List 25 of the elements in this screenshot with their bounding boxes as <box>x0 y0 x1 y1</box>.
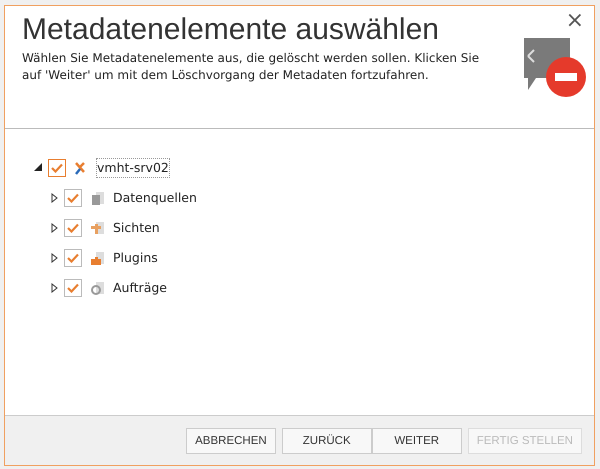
wizard-button[interactable]: ABBRECHEN <box>186 428 276 454</box>
puzzle-icon <box>90 250 105 266</box>
gear-icon <box>90 280 105 296</box>
expand-icon[interactable] <box>49 192 59 204</box>
wizard-button[interactable]: WEITER <box>372 428 462 454</box>
checkbox[interactable] <box>64 219 82 237</box>
view-icon <box>90 220 105 236</box>
checkbox[interactable] <box>48 159 66 177</box>
tree-item-label[interactable]: Sichten <box>113 218 160 238</box>
table-icon <box>90 190 105 206</box>
wizard-button[interactable]: ZURÜCK <box>282 428 372 454</box>
collapse-icon[interactable] <box>33 163 43 173</box>
checkbox[interactable] <box>64 249 82 267</box>
tree-item-label[interactable]: Plugins <box>113 248 158 268</box>
checkbox[interactable] <box>64 279 82 297</box>
close-button[interactable]: × <box>566 10 584 32</box>
tree-item-label[interactable]: Datenquellen <box>113 188 197 208</box>
dialog-title: Metadatenelemente auswählen <box>22 12 440 48</box>
tree-item-label[interactable]: Aufträge <box>113 278 167 298</box>
checkbox[interactable] <box>64 189 82 207</box>
expand-icon[interactable] <box>49 282 59 294</box>
tree-item-label[interactable]: vmht-srv02 <box>97 158 169 178</box>
expand-icon[interactable] <box>49 222 59 234</box>
expand-icon[interactable] <box>49 252 59 264</box>
description-text: Wählen Sie Metadatenelemente aus, die gelöscht werden sollen. Klicken Sie auf 'Weiter' um mit dem Löschvorgang der Metadaten fortzufahren. <box>22 50 480 84</box>
